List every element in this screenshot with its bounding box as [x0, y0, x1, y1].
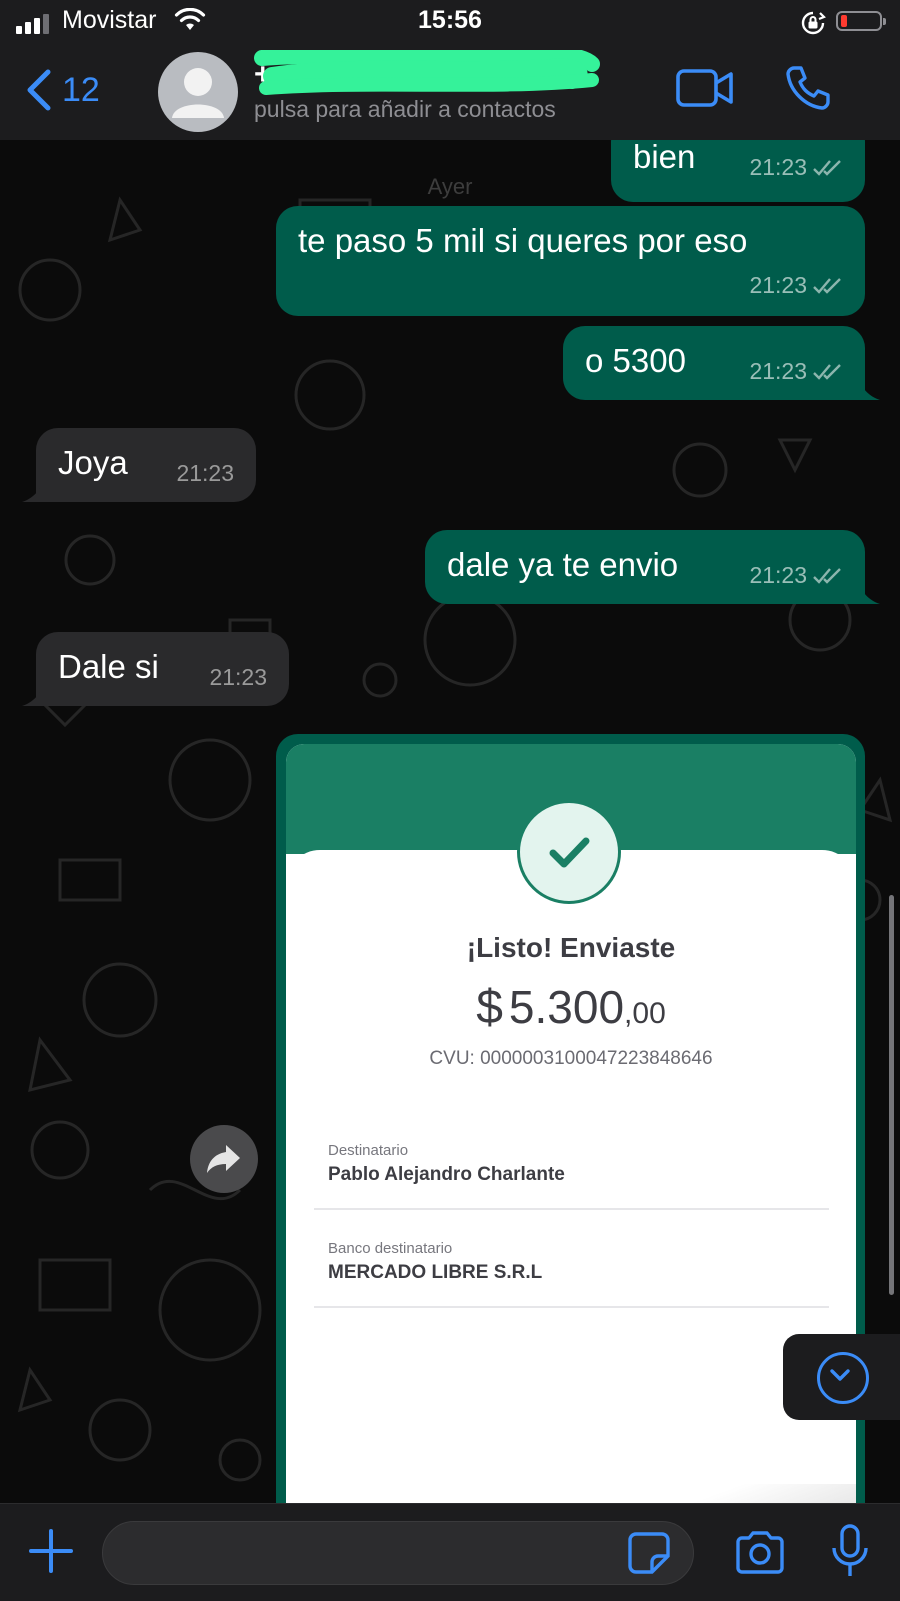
message-meta: 21:23	[749, 154, 845, 181]
read-receipt-icon	[813, 567, 841, 584]
message-bubble-outgoing[interactable]: o 5300 21:23	[563, 326, 865, 400]
receipt-amount: $5.300,00	[286, 980, 856, 1035]
camera-icon	[736, 1531, 784, 1574]
sticker-button[interactable]	[628, 1532, 670, 1579]
bank-name: MERCADO LIBRE S.R.L	[328, 1262, 543, 1283]
message-meta: 21:23	[749, 562, 845, 589]
amount-decimal: ,00	[624, 997, 666, 1030]
camera-button[interactable]	[734, 1530, 786, 1579]
phone-icon	[786, 66, 830, 110]
message-bubble-incoming[interactable]: Dale si 21:23	[36, 632, 289, 706]
battery-icon	[836, 11, 886, 31]
sticker-icon	[628, 1532, 670, 1574]
success-check-icon	[517, 800, 621, 904]
message-text: o 5300	[585, 342, 686, 379]
redaction-scribble	[254, 50, 600, 95]
transfer-receipt-image[interactable]: ¡Listo! Enviaste $5.300,00 CVU: 00000031…	[286, 744, 856, 1503]
read-receipt-icon	[813, 159, 841, 176]
message-meta: 21:23	[176, 460, 234, 487]
bubble-tail	[22, 480, 44, 502]
message-time: 21:23	[176, 460, 234, 486]
microphone-icon	[832, 1524, 868, 1576]
video-camera-icon	[676, 69, 733, 107]
message-bubble-outgoing[interactable]: dale ya te envio 21:23	[425, 530, 865, 604]
message-input-bar	[0, 1503, 900, 1601]
battery-level	[841, 15, 847, 27]
message-bubble-outgoing[interactable]: te paso 5 mil si queres por eso 21:23	[276, 206, 865, 316]
chat-header: 12 + pulsa para añadir a contactos	[0, 50, 900, 141]
rotation-lock-icon	[801, 11, 826, 35]
message-meta: 21:23	[749, 272, 845, 299]
read-receipt-icon	[813, 277, 841, 294]
avatar-placeholder-icon	[172, 68, 224, 118]
chevron-left-icon	[27, 69, 51, 111]
message-meta: 21:23	[209, 664, 267, 691]
bubble-tail	[22, 684, 44, 706]
message-meta: 21:23	[749, 358, 845, 385]
amount-integer: 5.300	[508, 981, 625, 1033]
message-time: 21:23	[749, 562, 807, 588]
status-clock: 15:56	[418, 6, 482, 34]
message-text: bien	[633, 140, 696, 175]
bank-label: Banco destinatario	[328, 1240, 453, 1257]
contact-subtitle[interactable]: pulsa para añadir a contactos	[254, 96, 556, 123]
message-time: 21:23	[209, 664, 267, 690]
forward-icon	[207, 1145, 240, 1173]
message-bubble-outgoing[interactable]: bien 21:23	[611, 140, 865, 202]
unread-count: 12	[62, 70, 100, 109]
recipient-label: Destinatario	[328, 1142, 409, 1159]
currency-symbol: $	[476, 981, 503, 1034]
message-text: dale ya te envio	[447, 546, 679, 583]
voice-call-button[interactable]	[784, 64, 832, 117]
status-bar: Movistar 15:56	[0, 0, 900, 50]
receipt-cvu: CVU: 0000003100047223848646	[429, 1048, 713, 1069]
chat-area[interactable]: Ayer bien 21:23 te paso 5 mil si queres …	[0, 140, 900, 1503]
recipient-name: Pablo Alejandro Charlante	[328, 1164, 565, 1185]
microphone-button[interactable]	[830, 1524, 870, 1585]
message-bubble-incoming[interactable]: Joya 21:23	[36, 428, 256, 502]
contact-avatar[interactable]	[158, 52, 238, 132]
message-text: te paso 5 mil si queres por eso	[298, 222, 748, 259]
message-time: 21:23	[749, 154, 807, 180]
video-call-button[interactable]	[676, 68, 734, 113]
message-time: 21:23	[749, 272, 807, 298]
scrollbar[interactable]	[889, 895, 894, 1295]
bubble-tail	[858, 378, 880, 400]
back-button[interactable]: 12	[26, 68, 100, 112]
read-receipt-icon	[813, 363, 841, 380]
scroll-down-icon	[817, 1352, 869, 1404]
message-text: Dale si	[58, 648, 159, 685]
divider	[314, 1208, 829, 1210]
plus-icon	[29, 1529, 73, 1573]
message-text: Joya	[58, 444, 128, 481]
divider	[314, 1306, 829, 1308]
page-curl-shadow	[616, 1484, 856, 1503]
forward-button[interactable]	[190, 1125, 258, 1193]
message-time: 21:23	[749, 358, 807, 384]
bubble-tail	[858, 582, 880, 604]
attach-button[interactable]	[28, 1528, 74, 1579]
receipt-title: ¡Listo! Enviaste	[466, 932, 676, 963]
message-input[interactable]	[102, 1521, 694, 1585]
scroll-to-bottom-button[interactable]	[783, 1334, 900, 1420]
